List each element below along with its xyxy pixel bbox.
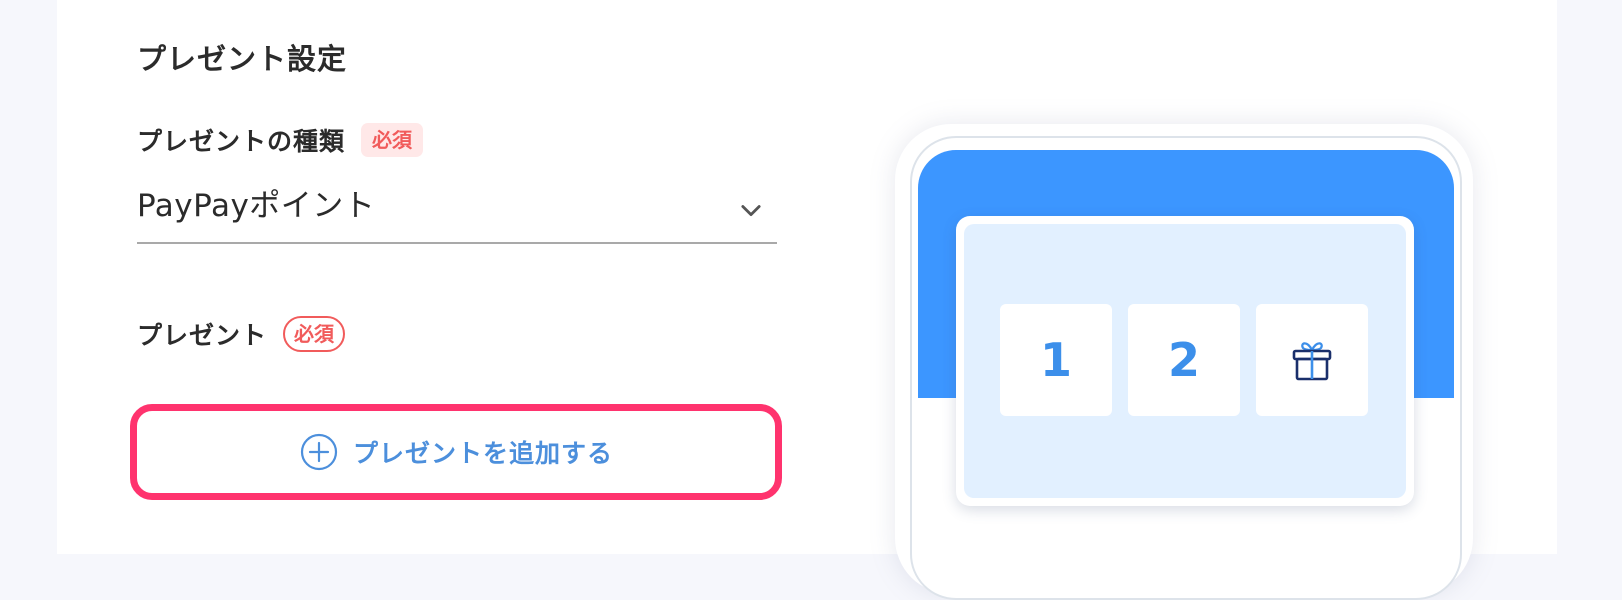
present-type-label: プレゼントの種類 — [137, 127, 346, 156]
preview-card: 1 2 — [956, 216, 1414, 506]
phone-preview: 1 2 — [895, 124, 1473, 600]
add-present-button[interactable]: プレゼントを追加する — [130, 404, 782, 500]
present-type-label-row: プレゼントの種類 必須 — [137, 122, 424, 158]
present-type-select[interactable]: PayPayポイント — [137, 188, 777, 244]
settings-panel: プレゼント設定 プレゼントの種類 必須 PayPayポイント プレゼント 必須 … — [57, 0, 1557, 600]
required-badge: 必須 — [361, 123, 424, 157]
preview-card-inner: 1 2 — [964, 224, 1406, 498]
present-label-row: プレゼント 必須 — [137, 316, 346, 352]
present-label: プレゼント — [137, 321, 268, 350]
present-type-selected-value: PayPayポイント — [137, 188, 376, 224]
section-title: プレゼント設定 — [137, 42, 348, 76]
preview-tile-1: 1 — [1000, 304, 1112, 416]
plus-circle-icon — [300, 433, 338, 471]
add-present-button-label: プレゼントを追加する — [352, 439, 613, 468]
preview-tiles: 1 2 — [1000, 304, 1368, 416]
required-badge-outline: 必須 — [283, 316, 346, 352]
preview-tile-gift — [1256, 304, 1368, 416]
phone-screen: 1 2 — [910, 136, 1462, 600]
preview-tile-2: 2 — [1128, 304, 1240, 416]
gift-icon — [1292, 342, 1332, 381]
chevron-down-icon — [741, 205, 761, 217]
